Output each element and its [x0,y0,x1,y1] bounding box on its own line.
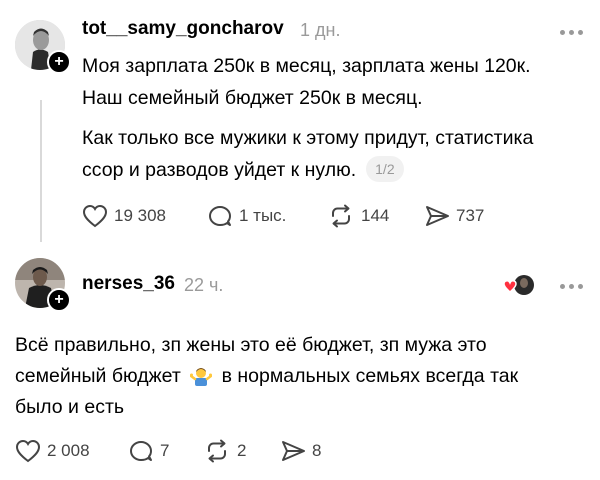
post-text: ссор и разводов уйдет к нулю. [82,159,357,181]
share-count: 8 [312,441,322,460]
post-text: семейный бюджет [15,365,181,387]
more-icon[interactable] [560,282,584,290]
share-icon [426,206,449,226]
like-count: 19 308 [114,206,166,225]
man-shrugging-emoji [190,368,213,386]
like-button[interactable]: 19 308 [82,203,166,229]
post-text-line: Моя зарплата 250к в месяц, зарплата жены… [82,55,531,77]
timestamp: 22 ч. [184,275,224,295]
username[interactable]: nerses_36 [82,273,175,295]
like-count: 2 008 [47,441,90,460]
repost-button[interactable]: 144 [327,203,389,229]
like-button[interactable]: 2 008 [15,438,90,464]
heart-icon [15,439,41,463]
post-text-line: было и есть [15,396,125,418]
post-actions: 19 308 1 тыс. 144 737 [82,203,502,229]
comment-button[interactable]: 7 [128,438,169,464]
post-text-line: Наш семейный бюджет 250к в месяц. [82,87,423,109]
post-text: в нормальных семьях всегда так [221,365,519,387]
post-text-line: Всё правильно, зп жены это её бюджет, зп… [15,334,487,356]
liked-by-icon[interactable] [500,274,536,296]
comment-count: 7 [160,441,170,460]
follow-plus-icon[interactable]: + [47,288,71,312]
post-actions: 2 008 7 2 8 [15,438,355,464]
repost-count: 2 [237,441,247,460]
timestamp: 1 дн. [300,20,341,40]
share-button[interactable]: 737 [424,203,484,229]
username[interactable]: tot__samy_goncharov [82,18,284,40]
post-text-line: ссор и разводов уйдет к нулю. 1/2 [82,154,404,186]
heart-icon [82,204,108,228]
share-button[interactable]: 8 [280,438,321,464]
repost-count: 144 [361,206,390,225]
more-icon[interactable] [560,28,584,36]
share-count: 737 [456,206,485,225]
thread-line [40,100,42,242]
post-text-line: Как только все мужики к этому придут, ст… [82,127,534,149]
post-1: + tot__samy_goncharov 1 дн. Моя зарплата… [0,0,600,250]
comment-icon [130,441,152,461]
page-indicator: 1/2 [366,156,404,182]
post-text-line: семейный бюджет в нормальных семьях всег… [15,360,518,392]
comment-button[interactable]: 1 тыс. [207,203,286,229]
share-icon [282,441,305,461]
repost-icon [332,204,350,228]
post-2: + nerses_36 22 ч. Всё правильно, зп жены… [0,250,600,480]
follow-plus-icon[interactable]: + [47,50,71,74]
comment-icon [209,206,231,226]
comment-count: 1 тыс. [239,206,287,225]
repost-button[interactable]: 2 [203,438,246,464]
repost-icon [208,439,226,463]
